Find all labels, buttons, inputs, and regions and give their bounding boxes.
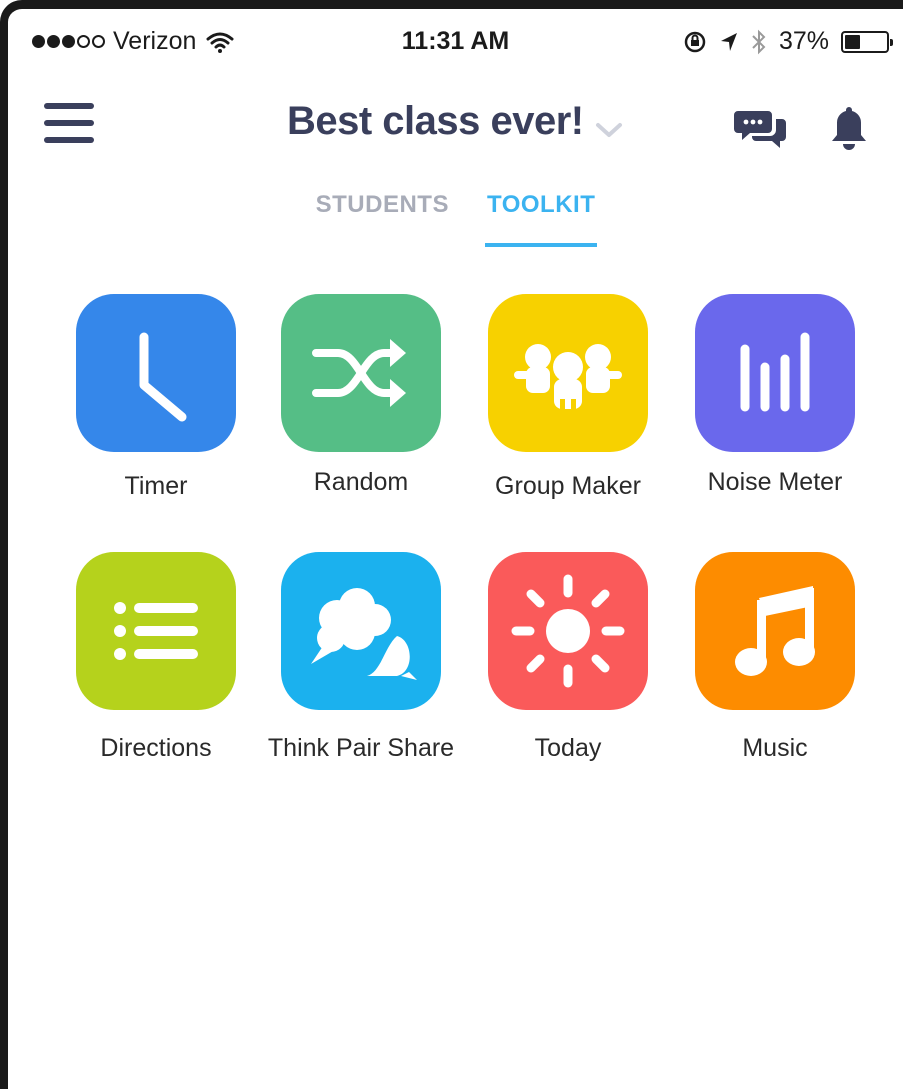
bluetooth-icon — [752, 29, 766, 54]
bell-icon[interactable] — [826, 103, 872, 153]
battery-fill — [845, 34, 860, 49]
tool-group-maker[interactable]: Group Maker — [465, 294, 671, 501]
battery-icon — [841, 30, 893, 53]
random-tile-icon — [281, 294, 441, 452]
music-note-icon — [735, 586, 815, 676]
tool-think-pair-share[interactable]: Think Pair Share — [258, 552, 464, 763]
tab-students[interactable]: STUDENTS — [314, 187, 451, 247]
chat-icon[interactable] — [734, 105, 790, 153]
tool-label: Noise Meter — [707, 468, 843, 496]
location-arrow-icon — [720, 32, 737, 51]
tool-random[interactable]: Random — [258, 294, 464, 497]
tool-directions[interactable]: Directions — [53, 552, 259, 763]
tool-label: Directions — [100, 734, 212, 762]
tool-label: Today — [534, 734, 602, 762]
think-pair-share-tile-icon — [281, 552, 441, 710]
music-tile-icon — [695, 552, 855, 710]
tab-toolkit[interactable]: TOOLKIT — [484, 187, 598, 247]
tool-label: Group Maker — [495, 472, 641, 500]
status-bar: Verizon 11:31 AM 37% — [8, 9, 903, 71]
sun-icon — [511, 574, 625, 688]
group-icon — [514, 344, 622, 411]
battery-percent: 37% — [778, 27, 829, 55]
group-maker-tile-icon — [488, 294, 648, 452]
directions-tile-icon — [76, 552, 236, 710]
class-title: Best class ever! — [286, 99, 584, 143]
tool-label: Music — [742, 734, 808, 762]
tool-music[interactable]: Music — [672, 552, 878, 763]
tool-timer[interactable]: Timer — [53, 294, 259, 501]
chevron-down-icon — [596, 122, 623, 137]
app-header: Best class ever! — [8, 79, 903, 179]
tool-label: Random — [313, 468, 409, 496]
speech-bubbles-icon — [311, 588, 417, 680]
clock-icon — [139, 332, 187, 422]
tool-noise-meter[interactable]: Noise Meter — [672, 294, 878, 497]
shuffle-icon — [312, 339, 406, 407]
bars-icon — [740, 332, 810, 412]
status-right: 37% — [683, 27, 893, 56]
tool-label: Think Pair Share — [267, 734, 455, 762]
tool-today[interactable]: Today — [465, 552, 671, 763]
noise-meter-tile-icon — [695, 294, 855, 452]
timer-tile-icon — [76, 294, 236, 452]
phone-screen: Verizon 11:31 AM 37% Best class ever! ST… — [0, 0, 903, 1089]
list-icon — [114, 602, 198, 660]
tool-label: Timer — [124, 472, 188, 500]
today-tile-icon — [488, 552, 648, 710]
tab-bar: STUDENTS TOOLKIT — [8, 187, 903, 247]
rotation-lock-icon — [684, 31, 706, 52]
